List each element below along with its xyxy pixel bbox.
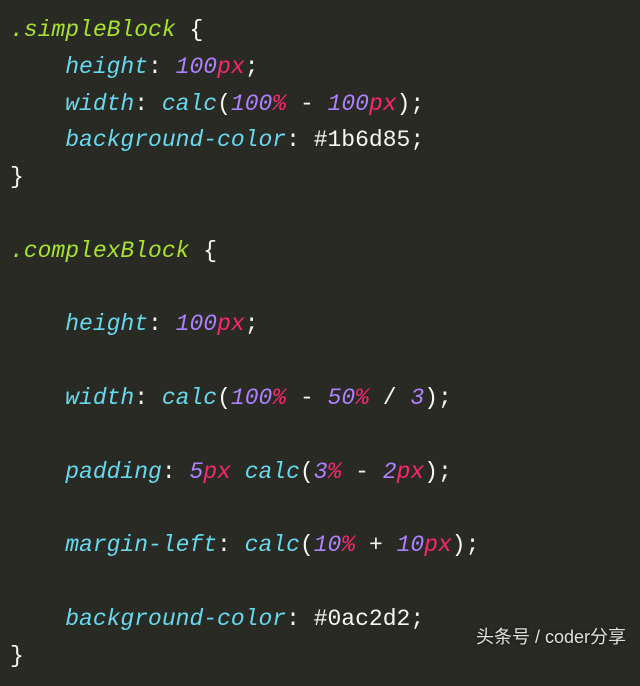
prop-width: width [65,91,134,117]
watermark-text: 头条号 / coder分享 [476,623,626,649]
val-hex: #0ac2d2 [314,606,411,632]
open-brace: { [189,17,203,43]
close-brace: } [10,164,24,190]
func-calc: calc [162,91,217,117]
prop-margin-left: margin-left [65,532,217,558]
prop-padding: padding [65,459,162,485]
val-hex: #1b6d85 [314,127,411,153]
selector-complexblock: .complexBlock [10,238,189,264]
prop-height: height [65,311,148,337]
open-brace: { [203,238,217,264]
css-code-snippet: .simpleBlock { height: 100px; width: cal… [0,0,640,686]
val-num: 100 [176,54,217,80]
prop-bgcolor: background-color [65,606,286,632]
prop-bgcolor: background-color [65,127,286,153]
val-unit: px [217,54,245,80]
close-brace: } [10,643,24,669]
prop-height: height [65,54,148,80]
selector-simpleblock: .simpleBlock [10,17,176,43]
prop-width: width [65,385,134,411]
